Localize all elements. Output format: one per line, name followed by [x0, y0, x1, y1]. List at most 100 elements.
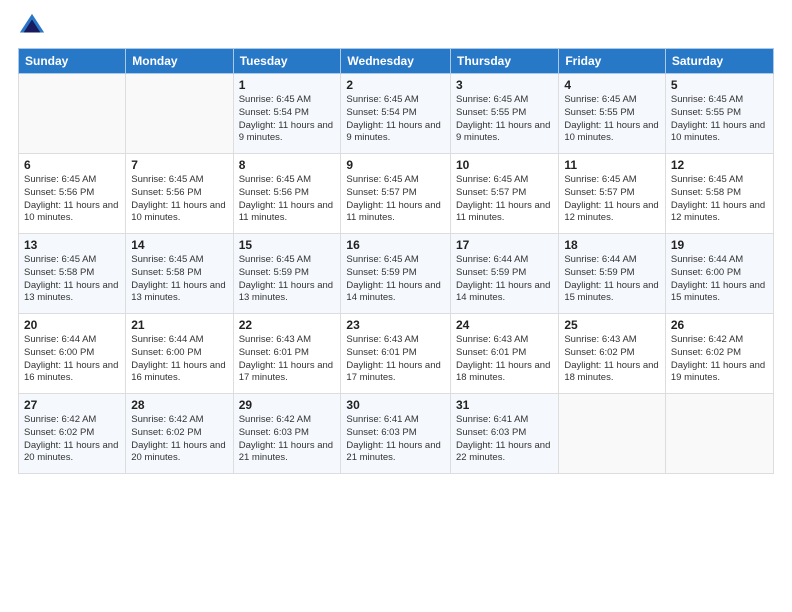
day-info: Sunrise: 6:44 AMSunset: 6:00 PMDaylight:… — [131, 334, 227, 385]
day-number: 28 — [131, 398, 227, 412]
day-info: Sunrise: 6:45 AMSunset: 5:58 PMDaylight:… — [24, 254, 120, 305]
calendar-table: SundayMondayTuesdayWednesdayThursdayFrid… — [18, 48, 774, 474]
day-cell — [559, 394, 666, 474]
day-cell — [665, 394, 773, 474]
day-number: 16 — [346, 238, 445, 252]
day-number: 24 — [456, 318, 553, 332]
day-cell: 5 Sunrise: 6:45 AMSunset: 5:55 PMDaylight… — [665, 74, 773, 154]
col-header-wednesday: Wednesday — [341, 49, 451, 74]
day-number: 27 — [24, 398, 120, 412]
day-number: 19 — [671, 238, 768, 252]
day-number: 2 — [346, 78, 445, 92]
day-info: Sunrise: 6:43 AMSunset: 6:01 PMDaylight:… — [346, 334, 445, 385]
day-info: Sunrise: 6:41 AMSunset: 6:03 PMDaylight:… — [346, 414, 445, 465]
day-cell: 27 Sunrise: 6:42 AMSunset: 6:02 PMDayligh… — [19, 394, 126, 474]
week-row-5: 27 Sunrise: 6:42 AMSunset: 6:02 PMDayligh… — [19, 394, 774, 474]
day-info: Sunrise: 6:42 AMSunset: 6:03 PMDaylight:… — [239, 414, 336, 465]
day-cell: 4Sunrise: 6:45 AMSunset: 5:55 PMDaylight… — [559, 74, 666, 154]
day-number: 17 — [456, 238, 553, 252]
day-info: Sunrise: 6:45 AMSunset: 5:55 PMDaylight:… — [564, 94, 660, 145]
day-cell: 12 Sunrise: 6:45 AMSunset: 5:58 PMDayligh… — [665, 154, 773, 234]
col-header-tuesday: Tuesday — [233, 49, 341, 74]
day-info: Sunrise: 6:45 AMSunset: 5:56 PMDaylight:… — [24, 174, 120, 225]
day-cell: 24 Sunrise: 6:43 AMSunset: 6:01 PMDayligh… — [451, 314, 559, 394]
header — [18, 10, 774, 40]
day-cell: 11 Sunrise: 6:45 AMSunset: 5:57 PMDayligh… — [559, 154, 666, 234]
day-info: Sunrise: 6:45 AMSunset: 5:59 PMDaylight:… — [346, 254, 445, 305]
week-row-2: 6Sunrise: 6:45 AMSunset: 5:56 PMDaylight… — [19, 154, 774, 234]
col-header-saturday: Saturday — [665, 49, 773, 74]
day-cell: 2 Sunrise: 6:45 AMSunset: 5:54 PMDaylight… — [341, 74, 451, 154]
day-info: Sunrise: 6:42 AMSunset: 6:02 PMDaylight:… — [131, 414, 227, 465]
col-header-sunday: Sunday — [19, 49, 126, 74]
col-header-monday: Monday — [126, 49, 233, 74]
day-number: 7 — [131, 158, 227, 172]
page: SundayMondayTuesdayWednesdayThursdayFrid… — [0, 0, 792, 612]
day-cell: 3Sunrise: 6:45 AMSunset: 5:55 PMDaylight… — [451, 74, 559, 154]
week-row-3: 13 Sunrise: 6:45 AMSunset: 5:58 PMDayligh… — [19, 234, 774, 314]
day-info: Sunrise: 6:45 AMSunset: 5:57 PMDaylight:… — [346, 174, 445, 225]
day-cell: 8 Sunrise: 6:45 AMSunset: 5:56 PMDaylight… — [233, 154, 341, 234]
day-cell: 16 Sunrise: 6:45 AMSunset: 5:59 PMDayligh… — [341, 234, 451, 314]
day-info: Sunrise: 6:45 AMSunset: 5:54 PMDaylight:… — [346, 94, 445, 145]
day-info: Sunrise: 6:44 AMSunset: 6:00 PMDaylight:… — [24, 334, 120, 385]
day-info: Sunrise: 6:44 AMSunset: 5:59 PMDaylight:… — [456, 254, 553, 305]
day-cell: 15Sunrise: 6:45 AMSunset: 5:59 PMDayligh… — [233, 234, 341, 314]
day-cell: 30Sunrise: 6:41 AMSunset: 6:03 PMDayligh… — [341, 394, 451, 474]
day-info: Sunrise: 6:45 AMSunset: 5:55 PMDaylight:… — [671, 94, 768, 145]
day-cell — [19, 74, 126, 154]
week-row-1: 1 Sunrise: 6:45 AMSunset: 5:54 PMDaylight… — [19, 74, 774, 154]
day-cell: 7 Sunrise: 6:45 AMSunset: 5:56 PMDaylight… — [126, 154, 233, 234]
day-number: 23 — [346, 318, 445, 332]
day-info: Sunrise: 6:45 AMSunset: 5:56 PMDaylight:… — [131, 174, 227, 225]
day-number: 15 — [239, 238, 336, 252]
logo — [18, 10, 46, 40]
day-info: Sunrise: 6:45 AMSunset: 5:54 PMDaylight:… — [239, 94, 336, 145]
day-cell: 10Sunrise: 6:45 AMSunset: 5:57 PMDayligh… — [451, 154, 559, 234]
day-cell: 21 Sunrise: 6:44 AMSunset: 6:00 PMDayligh… — [126, 314, 233, 394]
day-number: 5 — [671, 78, 768, 92]
day-number: 29 — [239, 398, 336, 412]
day-info: Sunrise: 6:45 AMSunset: 5:57 PMDaylight:… — [564, 174, 660, 225]
day-info: Sunrise: 6:45 AMSunset: 5:56 PMDaylight:… — [239, 174, 336, 225]
day-number: 1 — [239, 78, 336, 92]
day-info: Sunrise: 6:41 AMSunset: 6:03 PMDaylight:… — [456, 414, 553, 465]
day-number: 18 — [564, 238, 660, 252]
day-cell: 31 Sunrise: 6:41 AMSunset: 6:03 PMDayligh… — [451, 394, 559, 474]
day-info: Sunrise: 6:44 AMSunset: 5:59 PMDaylight:… — [564, 254, 660, 305]
day-cell: 19 Sunrise: 6:44 AMSunset: 6:00 PMDayligh… — [665, 234, 773, 314]
day-number: 8 — [239, 158, 336, 172]
calendar-header-row: SundayMondayTuesdayWednesdayThursdayFrid… — [19, 49, 774, 74]
day-cell: 25 Sunrise: 6:43 AMSunset: 6:02 PMDayligh… — [559, 314, 666, 394]
day-number: 20 — [24, 318, 120, 332]
day-number: 26 — [671, 318, 768, 332]
day-cell: 1 Sunrise: 6:45 AMSunset: 5:54 PMDaylight… — [233, 74, 341, 154]
day-info: Sunrise: 6:42 AMSunset: 6:02 PMDaylight:… — [671, 334, 768, 385]
day-cell: 22Sunrise: 6:43 AMSunset: 6:01 PMDayligh… — [233, 314, 341, 394]
day-cell: 6Sunrise: 6:45 AMSunset: 5:56 PMDaylight… — [19, 154, 126, 234]
day-number: 13 — [24, 238, 120, 252]
day-number: 12 — [671, 158, 768, 172]
col-header-friday: Friday — [559, 49, 666, 74]
day-info: Sunrise: 6:42 AMSunset: 6:02 PMDaylight:… — [24, 414, 120, 465]
day-number: 21 — [131, 318, 227, 332]
day-cell: 13 Sunrise: 6:45 AMSunset: 5:58 PMDayligh… — [19, 234, 126, 314]
day-cell: 26 Sunrise: 6:42 AMSunset: 6:02 PMDayligh… — [665, 314, 773, 394]
day-info: Sunrise: 6:44 AMSunset: 6:00 PMDaylight:… — [671, 254, 768, 305]
day-number: 11 — [564, 158, 660, 172]
day-number: 14 — [131, 238, 227, 252]
day-cell — [126, 74, 233, 154]
day-info: Sunrise: 6:43 AMSunset: 6:01 PMDaylight:… — [456, 334, 553, 385]
day-cell: 14Sunrise: 6:45 AMSunset: 5:58 PMDayligh… — [126, 234, 233, 314]
day-info: Sunrise: 6:45 AMSunset: 5:58 PMDaylight:… — [671, 174, 768, 225]
day-cell: 23 Sunrise: 6:43 AMSunset: 6:01 PMDayligh… — [341, 314, 451, 394]
col-header-thursday: Thursday — [451, 49, 559, 74]
day-number: 9 — [346, 158, 445, 172]
day-cell: 20 Sunrise: 6:44 AMSunset: 6:00 PMDayligh… — [19, 314, 126, 394]
day-cell: 18 Sunrise: 6:44 AMSunset: 5:59 PMDayligh… — [559, 234, 666, 314]
day-cell: 29 Sunrise: 6:42 AMSunset: 6:03 PMDayligh… — [233, 394, 341, 474]
day-info: Sunrise: 6:43 AMSunset: 6:02 PMDaylight:… — [564, 334, 660, 385]
day-cell: 17 Sunrise: 6:44 AMSunset: 5:59 PMDayligh… — [451, 234, 559, 314]
day-number: 31 — [456, 398, 553, 412]
day-number: 25 — [564, 318, 660, 332]
